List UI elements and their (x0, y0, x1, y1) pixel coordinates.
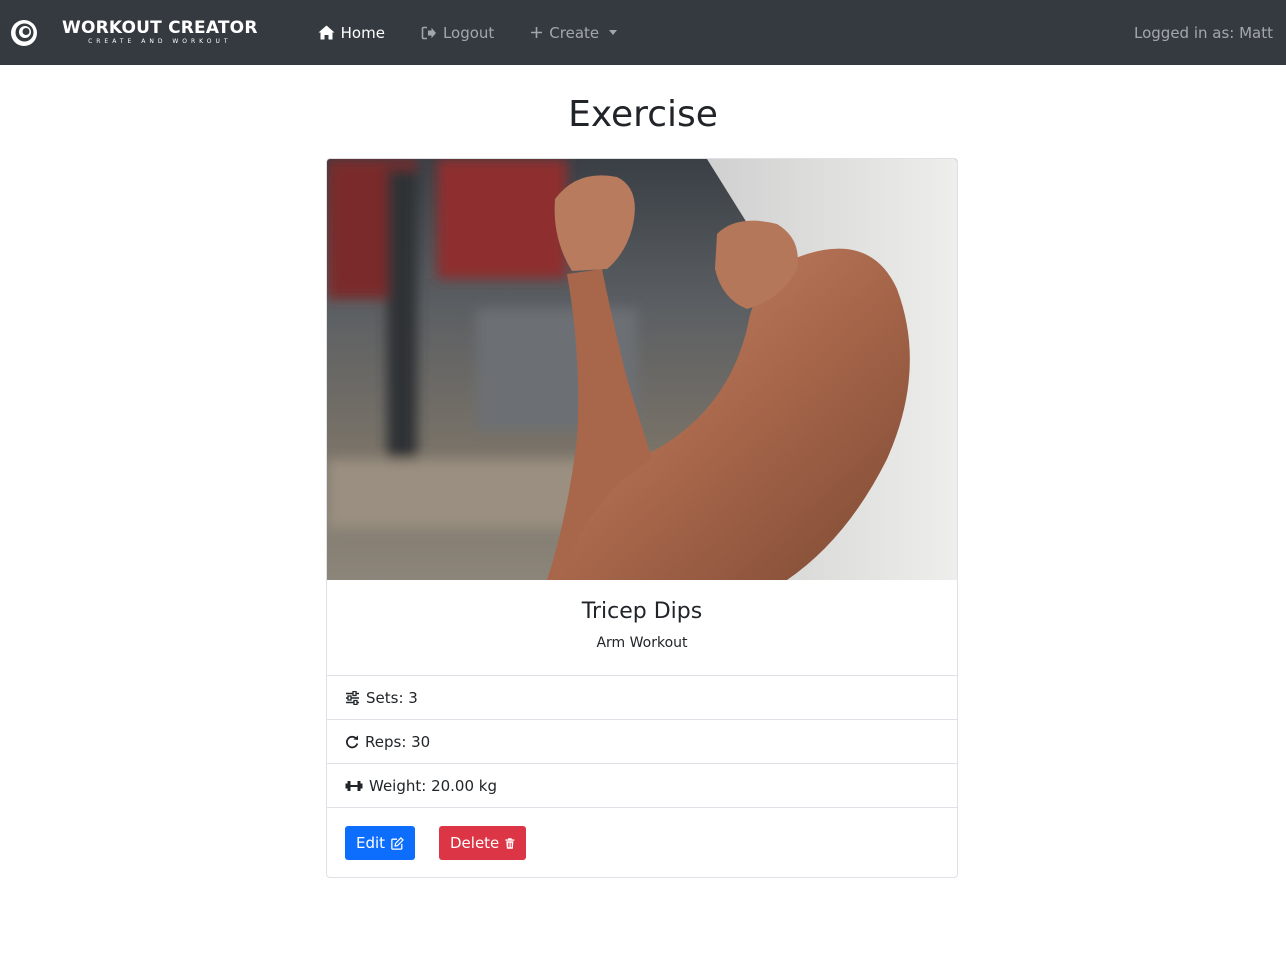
sets-row: Sets: 3 (327, 676, 957, 720)
delete-button[interactable]: Delete (439, 826, 526, 860)
nav-create-label: Create (549, 23, 600, 42)
workout-name: Arm Workout (596, 635, 688, 651)
sets-value: Sets: 3 (366, 688, 418, 707)
nav-home-label: Home (340, 23, 385, 42)
weight-row: Weight: 20.00 kg (327, 764, 957, 808)
exercise-card: Tricep Dips Arm Workout Sets: 3 Reps: 30… (326, 158, 958, 878)
brand-title: WORKOUT CREATOR (62, 18, 258, 38)
edit-icon (391, 836, 404, 850)
card-body: Tricep Dips Arm Workout (327, 580, 957, 676)
page-title: Exercise (568, 94, 718, 135)
nav-create-dropdown[interactable]: Create (512, 0, 635, 65)
exercise-image (327, 159, 957, 580)
logout-icon (421, 26, 436, 39)
exercise-name: Tricep Dips (581, 599, 703, 624)
edit-button[interactable]: Edit (345, 826, 415, 860)
nav-logout[interactable]: Logout (403, 0, 512, 65)
card-actions: Edit Delete (327, 808, 957, 877)
edit-button-label: Edit (356, 834, 386, 852)
dumbbell-icon (345, 780, 363, 791)
plus-icon (531, 27, 543, 38)
reps-value: Reps: 30 (365, 732, 431, 751)
reps-row: Reps: 30 (327, 720, 957, 764)
nav-home[interactable]: Home (300, 0, 403, 65)
home-icon (318, 25, 335, 40)
brand-text: WORKOUT CREATOR CREATE AND WORKOUT (62, 19, 258, 46)
redo-icon (346, 735, 359, 748)
brand-logo-icon (11, 19, 37, 46)
brand-link[interactable]: WORKOUT CREATOR CREATE AND WORKOUT (10, 0, 258, 65)
delete-button-label: Delete (450, 834, 500, 852)
weight-value: Weight: 20.00 kg (369, 776, 497, 795)
chevron-down-icon (609, 30, 618, 35)
brand-subtitle: CREATE AND WORKOUT (88, 38, 232, 45)
trash-icon (505, 837, 515, 849)
nav-links: Home Logout Create (300, 0, 636, 65)
logged-in-user: Logged in as: Matt (1134, 23, 1273, 42)
sliders-icon (346, 690, 359, 705)
nav-logout-label: Logout (442, 23, 495, 42)
top-navbar: WORKOUT CREATOR CREATE AND WORKOUT Home … (0, 0, 1286, 65)
